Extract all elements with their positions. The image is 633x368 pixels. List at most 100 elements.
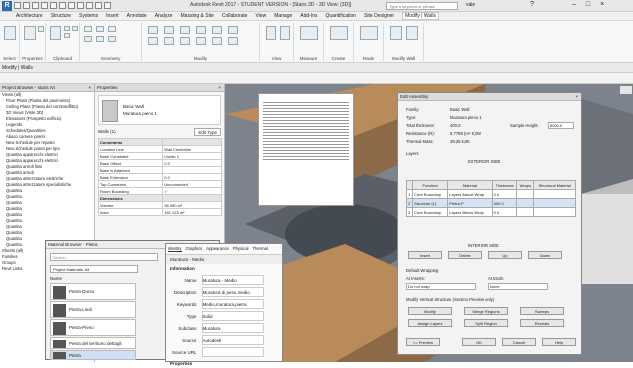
trim-icon[interactable] bbox=[148, 37, 158, 45]
help-icon[interactable]: ? bbox=[530, 1, 534, 8]
revit-logo-icon[interactable]: R bbox=[2, 1, 12, 11]
material-field-value[interactable] bbox=[201, 347, 264, 357]
tab-site-designer[interactable]: Site Designer bbox=[364, 13, 394, 19]
copy-icon[interactable] bbox=[64, 33, 70, 38]
tab-manage[interactable]: Manage bbox=[274, 13, 292, 19]
layer-row[interactable]: 3 Core Boundary Layers Below Wrap 0.0 bbox=[405, 207, 576, 217]
layer-cell[interactable]: Layers Above Wrap bbox=[447, 189, 493, 199]
hide-element-icon[interactable] bbox=[266, 26, 276, 40]
edit-type-button[interactable]: Edit Type bbox=[194, 128, 221, 136]
move-layer-up-button[interactable]: Up bbox=[488, 251, 522, 259]
cancel-button[interactable]: Cancel bbox=[502, 338, 536, 346]
structural-material-checkbox[interactable] bbox=[533, 189, 576, 199]
detach-top-base-icon[interactable] bbox=[406, 26, 418, 40]
measure-icon[interactable] bbox=[59, 2, 66, 9]
at-ends-select[interactable]: None bbox=[488, 283, 548, 290]
tab-massing[interactable]: Massing & Site bbox=[181, 13, 214, 19]
cut-icon[interactable] bbox=[64, 26, 70, 31]
minimize-button[interactable]: – bbox=[572, 1, 576, 8]
tab-identity[interactable]: Identity bbox=[168, 246, 182, 252]
wall-joins-icon[interactable] bbox=[108, 36, 116, 42]
tab-insert[interactable]: Insert bbox=[106, 13, 119, 19]
material-item[interactable]: Pietra-Lindi bbox=[50, 301, 136, 318]
rotate-icon[interactable] bbox=[228, 26, 238, 34]
copy-element-icon[interactable] bbox=[212, 26, 222, 34]
wraps-checkbox[interactable] bbox=[516, 198, 535, 208]
wraps-checkbox[interactable] bbox=[516, 189, 535, 199]
undo-icon[interactable] bbox=[32, 2, 39, 9]
material-item-selected[interactable]: Pietra bbox=[50, 350, 136, 360]
search-input[interactable]: Type a keyword or phrase bbox=[386, 2, 458, 10]
mirror-icon[interactable] bbox=[180, 26, 190, 34]
create-parts-icon[interactable] bbox=[330, 26, 348, 40]
scale-icon[interactable] bbox=[196, 37, 206, 45]
redo-icon[interactable] bbox=[41, 2, 48, 9]
close-hidden-icon[interactable] bbox=[104, 2, 111, 9]
save-icon[interactable] bbox=[23, 2, 30, 9]
material-filter-select[interactable]: Project Materials: All bbox=[50, 265, 138, 273]
move-layer-down-button[interactable]: Down bbox=[528, 251, 562, 259]
property-value[interactable]: 0.0 bbox=[162, 159, 222, 167]
property-value[interactable]: Unconnected bbox=[162, 180, 222, 188]
text-icon[interactable] bbox=[68, 2, 75, 9]
property-value[interactable]: 0.0 bbox=[162, 173, 222, 181]
sweeps-button[interactable]: Sweeps bbox=[520, 307, 564, 315]
material-field-value[interactable]: Autodesk bbox=[201, 335, 264, 345]
tab-analyze[interactable]: Analyze bbox=[155, 13, 173, 19]
layer-cell[interactable]: Core Boundary bbox=[412, 207, 449, 217]
cope-icon[interactable] bbox=[84, 26, 92, 32]
instance-selector[interactable]: Walls (1) bbox=[98, 128, 116, 136]
close-icon[interactable]: × bbox=[88, 84, 91, 92]
move-icon[interactable] bbox=[196, 26, 206, 34]
tab-collaborate[interactable]: Collaborate bbox=[222, 13, 248, 19]
split-icon[interactable] bbox=[164, 37, 174, 45]
tab-view[interactable]: View bbox=[255, 13, 266, 19]
sample-height-input[interactable]: 6000.0 bbox=[548, 122, 574, 129]
offset-icon[interactable] bbox=[164, 26, 174, 34]
tab-annotate[interactable]: Annotate bbox=[127, 13, 147, 19]
layer-cell[interactable]: Layers Below Wrap bbox=[447, 207, 493, 217]
pin-icon[interactable] bbox=[212, 37, 222, 45]
align-icon[interactable] bbox=[148, 26, 158, 34]
tab-modify-walls[interactable]: Modify | Walls bbox=[402, 12, 439, 20]
tab-systems[interactable]: Systems bbox=[79, 13, 98, 19]
tab-appearance[interactable]: Appearance bbox=[206, 246, 229, 252]
properties-icon[interactable] bbox=[24, 26, 36, 40]
type-properties-icon[interactable] bbox=[38, 26, 44, 32]
wraps-checkbox[interactable] bbox=[516, 207, 535, 217]
material-field-value[interactable]: Muratura - Medio bbox=[201, 275, 264, 285]
measure-tool-icon[interactable] bbox=[300, 26, 318, 40]
close-icon[interactable]: × bbox=[575, 93, 578, 101]
layer-cell[interactable]: Structure [1] bbox=[412, 198, 449, 208]
material-field-value[interactable]: Muratura di peso medio bbox=[201, 287, 264, 297]
layer-cell[interactable]: 0.0 bbox=[491, 207, 518, 217]
layer-cell[interactable]: 0.0 bbox=[491, 189, 518, 199]
help-button[interactable]: Help bbox=[542, 338, 576, 346]
cut-geometry-icon[interactable] bbox=[96, 26, 104, 32]
preview-button[interactable]: << Preview bbox=[406, 338, 440, 346]
reveals-button[interactable]: Reveals bbox=[520, 319, 564, 327]
material-field-value[interactable]: Muratura bbox=[201, 323, 264, 333]
tab-graphics[interactable]: Graphics bbox=[186, 246, 203, 252]
property-value[interactable]: 36.390 m³ bbox=[162, 201, 222, 209]
layer-cell[interactable]: 400.0 bbox=[491, 198, 518, 208]
information-section-label[interactable]: Information bbox=[166, 264, 282, 273]
maximize-button[interactable]: □ bbox=[586, 1, 590, 8]
type-selector[interactable]: Basic Wall Muratura pieno 1 bbox=[98, 95, 221, 125]
3d-view-icon[interactable] bbox=[77, 2, 84, 9]
material-search-input[interactable]: Search bbox=[50, 253, 158, 261]
close-icon[interactable]: × bbox=[218, 84, 221, 92]
delete-icon[interactable] bbox=[228, 37, 238, 45]
tab-add-ins[interactable]: Add-Ins bbox=[300, 13, 317, 19]
layer-cell[interactable]: Core Boundary bbox=[412, 189, 449, 199]
layer-row[interactable]: 1 Core Boundary Layers Above Wrap 0.0 bbox=[405, 189, 576, 199]
user-name[interactable]: vale bbox=[466, 2, 475, 8]
tab-architecture[interactable]: Architecture bbox=[16, 13, 43, 19]
close-button[interactable]: × bbox=[600, 1, 604, 8]
tab-physical[interactable]: Physical bbox=[233, 246, 249, 252]
array-icon[interactable] bbox=[180, 37, 190, 45]
structural-material-checkbox[interactable] bbox=[533, 207, 576, 217]
edit-profile-icon[interactable] bbox=[360, 26, 378, 40]
modify-icon[interactable] bbox=[4, 26, 16, 40]
merge-regions-button[interactable]: Merge Regions bbox=[464, 307, 508, 315]
